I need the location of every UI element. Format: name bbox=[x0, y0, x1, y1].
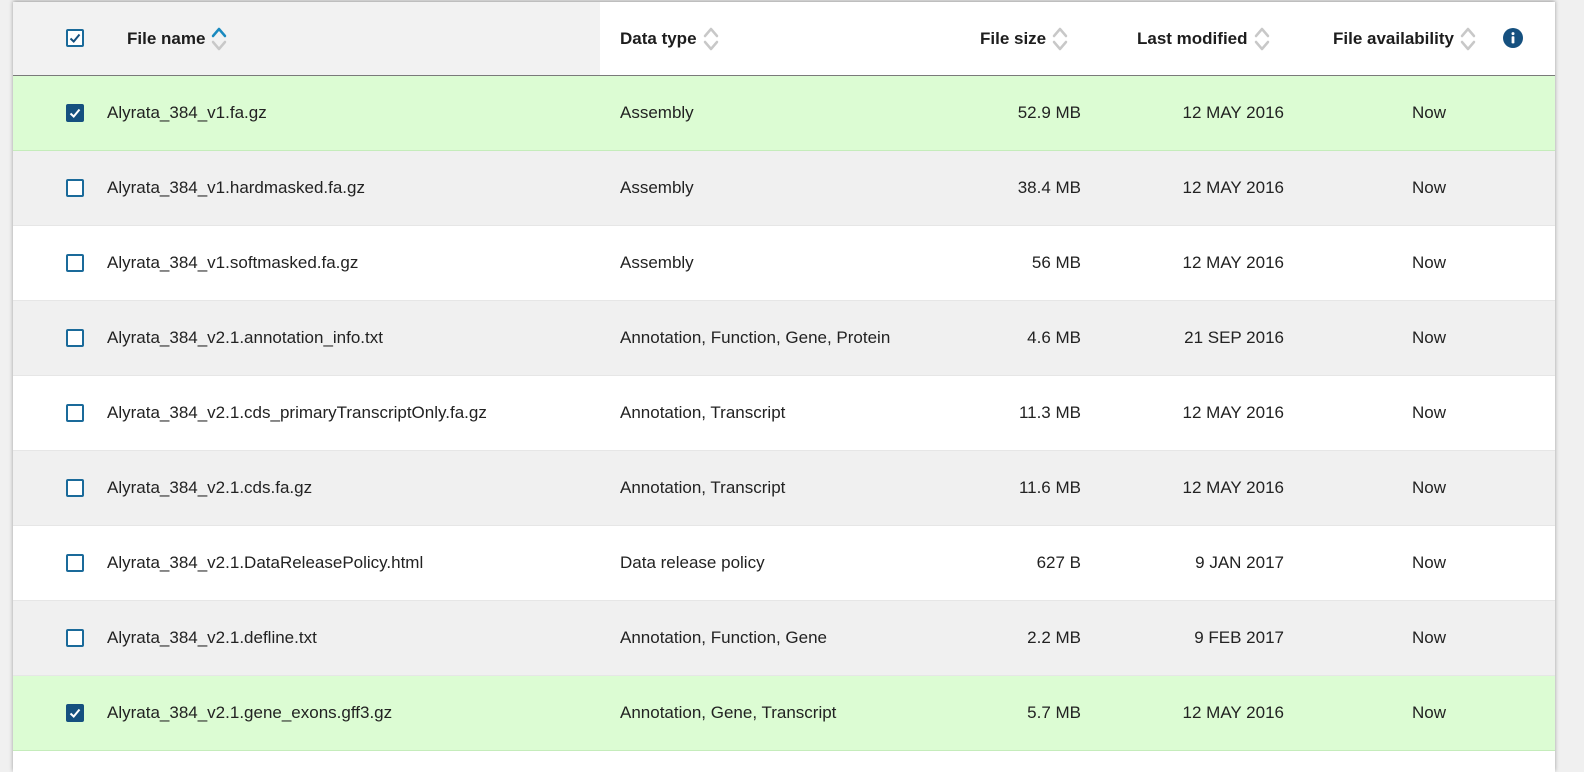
row-checkbox[interactable] bbox=[66, 704, 84, 722]
table-header: File name Data type File size Last modif… bbox=[13, 2, 1555, 76]
file-name-cell: Alyrata_384_v2.1.gene_exons.gff3.gz bbox=[107, 703, 393, 722]
header-last-modified-label: Last modified bbox=[1137, 28, 1248, 48]
file-size-cell: 627 B bbox=[1036, 553, 1081, 572]
file-name-cell: Alyrata_384_v1.softmasked.fa.gz bbox=[107, 253, 359, 272]
row-checkbox[interactable] bbox=[66, 179, 84, 197]
data-type-cell: Assembly bbox=[620, 178, 694, 197]
header-file-size-label: File size bbox=[980, 28, 1047, 48]
file-name-cell: Alyrata_384_v2.1.defline.txt bbox=[107, 628, 317, 647]
header-file-availability[interactable]: File availability bbox=[1333, 2, 1476, 75]
table-row[interactable]: Alyrata_384_v1.hardmasked.fa.gz Assembly 3… bbox=[13, 151, 1555, 226]
table-row[interactable]: Alyrata_384_v1.softmasked.fa.gz Assembly 5… bbox=[13, 226, 1555, 301]
file-availability-cell: Now bbox=[1411, 178, 1446, 197]
row-checkbox[interactable] bbox=[66, 329, 84, 347]
last-modified-cell: 12 MAY 2016 bbox=[1182, 103, 1284, 122]
file-name-cell: Alyrata_384_v2.1.cds.fa.gz bbox=[107, 478, 313, 497]
row-checkbox[interactable] bbox=[66, 404, 84, 422]
last-modified-cell: 12 MAY 2016 bbox=[1182, 403, 1284, 422]
row-checkbox[interactable] bbox=[66, 629, 84, 647]
sort-ascending-icon[interactable] bbox=[211, 25, 227, 53]
file-name-cell: Alyrata_384_v1.hardmasked.fa.gz bbox=[107, 178, 365, 197]
last-modified-cell: 9 FEB 2017 bbox=[1194, 628, 1284, 647]
file-size-cell: 11.3 MB bbox=[1018, 403, 1081, 422]
last-modified-cell: 21 SEP 2016 bbox=[1184, 328, 1284, 347]
data-type-cell: Data release policy bbox=[620, 553, 765, 572]
sort-icon[interactable] bbox=[1254, 25, 1270, 53]
checkmark-icon bbox=[69, 708, 81, 718]
file-availability-cell: Now bbox=[1411, 328, 1446, 347]
file-availability-cell: Now bbox=[1411, 703, 1446, 722]
row-checkbox[interactable] bbox=[66, 104, 84, 122]
file-size-cell: 52.9 MB bbox=[1017, 103, 1081, 122]
data-type-cell: Annotation, Transcript bbox=[620, 478, 786, 497]
select-all-checkbox[interactable] bbox=[66, 29, 84, 47]
header-file-availability-label: File availability bbox=[1333, 28, 1454, 48]
header-file-size[interactable]: File size bbox=[980, 2, 1068, 75]
table-row[interactable]: Alyrata_384_v2.1.cds_primaryTranscriptOn… bbox=[13, 376, 1555, 451]
file-size-cell: 5.7 MB bbox=[1027, 703, 1081, 722]
checkmark-icon bbox=[69, 108, 81, 118]
file-availability-cell: Now bbox=[1411, 103, 1446, 122]
last-modified-cell: 9 JAN 2017 bbox=[1195, 553, 1284, 572]
row-checkbox[interactable] bbox=[66, 554, 84, 572]
last-modified-cell: 12 MAY 2016 bbox=[1182, 478, 1284, 497]
file-availability-cell: Now bbox=[1411, 478, 1446, 497]
data-type-cell: Annotation, Gene, Transcript bbox=[620, 703, 837, 722]
file-availability-cell: Now bbox=[1411, 403, 1446, 422]
table-row[interactable]: Alyrata_384_v2.1.cds.fa.gz Annotation, Tr… bbox=[13, 451, 1555, 526]
table-body: Alyrata_384_v1.fa.gz Assembly 52.9 MB 12 MA… bbox=[13, 76, 1555, 751]
file-availability-cell: Now bbox=[1411, 553, 1446, 572]
row-checkbox[interactable] bbox=[66, 479, 84, 497]
table-row[interactable]: Alyrata_384_v2.1.DataReleasePolicy.html D… bbox=[13, 526, 1555, 601]
file-size-cell: 56 MB bbox=[1031, 253, 1081, 272]
data-type-cell: Annotation, Function, Gene, Protein bbox=[620, 328, 891, 347]
table-row[interactable]: Alyrata_384_v1.fa.gz Assembly 52.9 MB 12 MA… bbox=[13, 76, 1555, 151]
file-name-cell: Alyrata_384_v2.1.DataReleasePolicy.html bbox=[107, 553, 424, 572]
header-data-type[interactable]: Data type bbox=[620, 2, 719, 75]
sort-icon[interactable] bbox=[1052, 25, 1068, 53]
table-row[interactable]: Alyrata_384_v2.1.annotation_info.txt Anno… bbox=[13, 301, 1555, 376]
header-last-modified[interactable]: Last modified bbox=[1137, 2, 1270, 75]
checkmark-icon bbox=[69, 33, 81, 43]
row-checkbox[interactable] bbox=[66, 254, 84, 272]
file-size-cell: 38.4 MB bbox=[1017, 178, 1081, 197]
data-type-cell: Assembly bbox=[620, 103, 694, 122]
file-name-cell: Alyrata_384_v2.1.annotation_info.txt bbox=[107, 328, 383, 347]
last-modified-cell: 12 MAY 2016 bbox=[1182, 253, 1284, 272]
table-row[interactable]: Alyrata_384_v2.1.defline.txt Annotation, … bbox=[13, 601, 1555, 676]
file-name-cell: Alyrata_384_v2.1.cds_primaryTranscriptOn… bbox=[107, 403, 487, 422]
header-file-name[interactable]: File name bbox=[127, 2, 227, 75]
data-type-cell: Annotation, Function, Gene bbox=[620, 628, 827, 647]
table-row[interactable]: Alyrata_384_v2.1.gene_exons.gff3.gz Annot… bbox=[13, 676, 1555, 751]
data-type-cell: Annotation, Transcript bbox=[620, 403, 786, 422]
header-data-type-label: Data type bbox=[620, 28, 697, 48]
file-table: File name Data type File size Last modif… bbox=[13, 2, 1555, 772]
file-size-cell: 4.6 MB bbox=[1027, 328, 1081, 347]
data-type-cell: Assembly bbox=[620, 253, 694, 272]
file-availability-cell: Now bbox=[1411, 253, 1446, 272]
sort-icon[interactable] bbox=[703, 25, 719, 53]
file-availability-cell: Now bbox=[1411, 628, 1446, 647]
file-name-cell: Alyrata_384_v1.fa.gz bbox=[107, 103, 267, 122]
sort-icon[interactable] bbox=[1460, 25, 1476, 53]
file-size-cell: 2.2 MB bbox=[1027, 628, 1081, 647]
last-modified-cell: 12 MAY 2016 bbox=[1182, 703, 1284, 722]
header-file-name-label: File name bbox=[127, 28, 206, 48]
sorted-column-highlight bbox=[13, 2, 600, 75]
file-size-cell: 11.6 MB bbox=[1018, 478, 1081, 497]
info-icon[interactable] bbox=[1503, 28, 1523, 48]
last-modified-cell: 12 MAY 2016 bbox=[1182, 178, 1284, 197]
